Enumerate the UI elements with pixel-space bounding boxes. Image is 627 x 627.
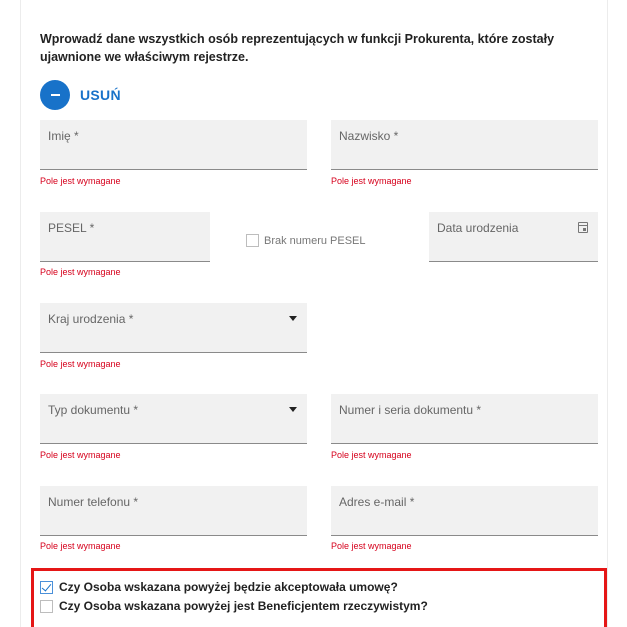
- doc-type-label: Typ dokumentu *: [48, 403, 139, 417]
- remove-button[interactable]: USUŃ: [40, 80, 121, 110]
- birth-date-label: Data urodzenia: [437, 221, 519, 235]
- email-error: Pole jest wymagane: [331, 541, 412, 551]
- chevron-down-icon: [289, 407, 297, 412]
- last-name-error: Pole jest wymagane: [331, 176, 412, 186]
- pesel-label: PESEL *: [48, 221, 95, 235]
- last-name-field[interactable]: Nazwisko *: [331, 120, 598, 170]
- accepts-contract-label: Czy Osoba wskazana powyżej będzie akcept…: [59, 580, 398, 594]
- doc-number-error: Pole jest wymagane: [331, 450, 412, 460]
- first-name-field[interactable]: Imię *: [40, 120, 307, 170]
- beneficiary-box[interactable]: [40, 599, 53, 613]
- beneficiary-checkbox[interactable]: Czy Osoba wskazana powyżej jest Beneficj…: [40, 599, 428, 613]
- pesel-error: Pole jest wymagane: [40, 267, 121, 277]
- first-name-error: Pole jest wymagane: [40, 176, 121, 186]
- accepts-contract-box[interactable]: [40, 580, 53, 594]
- accepts-contract-checkbox[interactable]: Czy Osoba wskazana powyżej będzie akcept…: [40, 580, 398, 594]
- first-name-label: Imię *: [48, 129, 79, 143]
- doc-number-field[interactable]: Numer i seria dokumentu *: [331, 394, 598, 444]
- calendar-icon[interactable]: [578, 222, 588, 233]
- no-pesel-checkbox[interactable]: Brak numeru PESEL: [246, 234, 366, 247]
- minus-icon: [40, 80, 70, 110]
- birth-country-select[interactable]: Kraj urodzenia *: [40, 303, 307, 353]
- phone-error: Pole jest wymagane: [40, 541, 121, 551]
- doc-type-select[interactable]: Typ dokumentu *: [40, 394, 307, 444]
- chevron-down-icon: [289, 316, 297, 321]
- email-field[interactable]: Adres e-mail *: [331, 486, 598, 536]
- doc-number-label: Numer i seria dokumentu *: [339, 403, 482, 417]
- no-pesel-label: Brak numeru PESEL: [264, 234, 366, 247]
- birth-country-label: Kraj urodzenia *: [48, 312, 134, 326]
- pesel-field[interactable]: PESEL *: [40, 212, 210, 262]
- intro-text: Wprowadź dane wszystkich osób reprezentu…: [40, 32, 555, 64]
- birth-country-error: Pole jest wymagane: [40, 359, 121, 369]
- no-pesel-box[interactable]: [246, 234, 259, 247]
- highlight-box: [31, 568, 607, 627]
- birth-date-field[interactable]: Data urodzenia: [429, 212, 598, 262]
- doc-type-error: Pole jest wymagane: [40, 450, 121, 460]
- beneficiary-label: Czy Osoba wskazana powyżej jest Beneficj…: [59, 599, 428, 613]
- remove-button-label: USUŃ: [80, 87, 121, 103]
- email-label: Adres e-mail *: [339, 495, 415, 509]
- phone-field[interactable]: Numer telefonu *: [40, 486, 307, 536]
- last-name-label: Nazwisko *: [339, 129, 399, 143]
- phone-label: Numer telefonu *: [48, 495, 139, 509]
